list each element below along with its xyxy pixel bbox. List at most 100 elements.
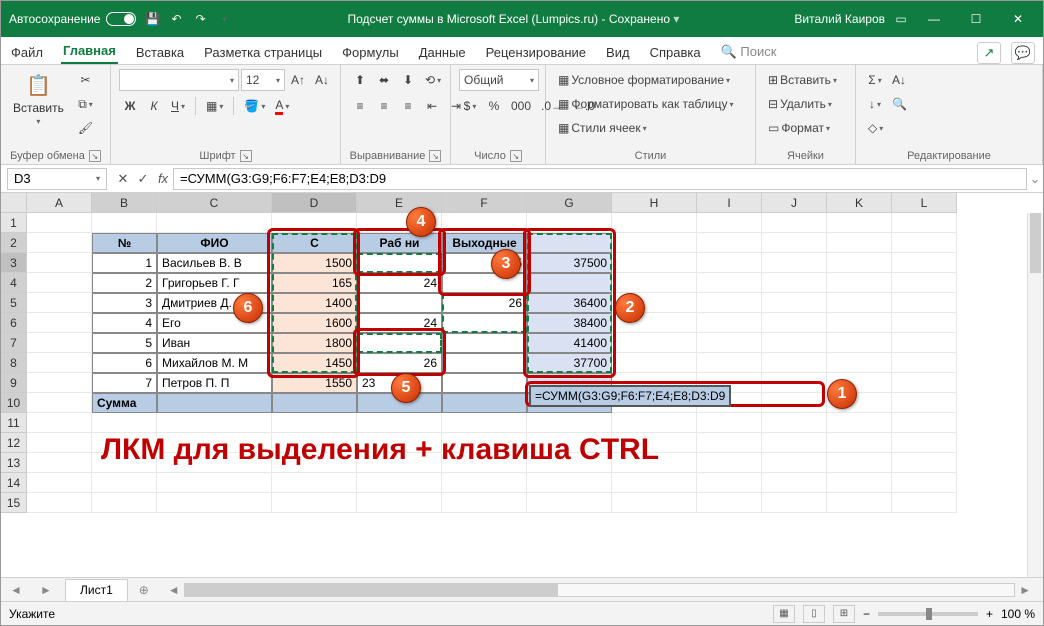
cell[interactable] bbox=[827, 413, 892, 433]
ribbon-options-icon[interactable]: ▭ bbox=[893, 11, 909, 27]
cell[interactable] bbox=[92, 433, 157, 453]
cell[interactable] bbox=[92, 213, 157, 233]
cell[interactable] bbox=[27, 273, 92, 293]
search-box[interactable]: 🔍 Поиск bbox=[719, 40, 779, 64]
cut-button[interactable]: ✂ bbox=[74, 69, 97, 91]
sort-filter-button[interactable]: A↓ bbox=[888, 69, 910, 91]
cell[interactable] bbox=[357, 433, 442, 453]
cell[interactable] bbox=[157, 453, 272, 473]
cell[interactable] bbox=[697, 493, 762, 513]
cell[interactable] bbox=[157, 213, 272, 233]
decrease-font-button[interactable]: A↓ bbox=[311, 69, 333, 91]
cell[interactable] bbox=[697, 233, 762, 253]
indent-dec-button[interactable]: ⇤ bbox=[421, 95, 443, 117]
find-button[interactable]: 🔍 bbox=[888, 93, 911, 115]
cell[interactable] bbox=[827, 333, 892, 353]
cell[interactable] bbox=[612, 213, 697, 233]
cell[interactable] bbox=[27, 453, 92, 473]
cell[interactable] bbox=[762, 493, 827, 513]
cell[interactable] bbox=[762, 453, 827, 473]
cell[interactable] bbox=[827, 433, 892, 453]
row-header[interactable]: 4 bbox=[1, 273, 27, 293]
cell[interactable] bbox=[827, 373, 892, 393]
font-launcher[interactable]: ↘ bbox=[240, 150, 252, 162]
row-header[interactable]: 2 bbox=[1, 233, 27, 253]
cell[interactable]: 38400 bbox=[527, 313, 612, 333]
cell-styles-button[interactable]: ▦ Стили ячеек ▾ bbox=[554, 117, 747, 139]
cell[interactable] bbox=[27, 233, 92, 253]
cell[interactable]: 41400 bbox=[527, 333, 612, 353]
increase-font-button[interactable]: A↑ bbox=[287, 69, 309, 91]
row-header[interactable]: 12 bbox=[1, 433, 27, 453]
cell[interactable] bbox=[612, 333, 697, 353]
row-header[interactable]: 9 bbox=[1, 373, 27, 393]
underline-button[interactable]: Ч▾ bbox=[167, 95, 189, 117]
cell[interactable] bbox=[697, 313, 762, 333]
cell[interactable] bbox=[157, 493, 272, 513]
cell[interactable]: 26 bbox=[357, 353, 442, 373]
cell[interactable] bbox=[762, 433, 827, 453]
horizontal-scrollbar[interactable]: ◄► bbox=[164, 582, 1035, 598]
border-button[interactable]: ▦▾ bbox=[202, 95, 227, 117]
cell[interactable] bbox=[697, 333, 762, 353]
cell[interactable] bbox=[892, 353, 957, 373]
cell[interactable] bbox=[357, 453, 442, 473]
cell[interactable] bbox=[527, 273, 612, 293]
conditional-formatting-button[interactable]: ▦ Условное форматирование ▾ bbox=[554, 69, 747, 91]
align-top-button[interactable]: ⬆ bbox=[349, 69, 371, 91]
cell[interactable] bbox=[442, 273, 527, 293]
cell[interactable] bbox=[272, 493, 357, 513]
cell[interactable] bbox=[697, 453, 762, 473]
cell[interactable] bbox=[612, 253, 697, 273]
cell[interactable] bbox=[442, 373, 527, 393]
cell[interactable]: 165 bbox=[272, 273, 357, 293]
cell[interactable] bbox=[357, 293, 442, 313]
cell[interactable] bbox=[92, 493, 157, 513]
format-cells-button[interactable]: ▭ Формат ▾ bbox=[764, 117, 847, 139]
insert-cells-button[interactable]: ⊞ Вставить ▾ bbox=[764, 69, 847, 91]
cell[interactable] bbox=[892, 373, 957, 393]
cell[interactable]: № bbox=[92, 233, 157, 253]
cell[interactable] bbox=[892, 473, 957, 493]
cell[interactable] bbox=[762, 353, 827, 373]
italic-button[interactable]: К bbox=[143, 95, 165, 117]
enter-formula-button[interactable]: ✓ bbox=[133, 168, 153, 190]
fill-button[interactable]: ↓▾ bbox=[864, 93, 886, 115]
cell[interactable] bbox=[762, 253, 827, 273]
cell[interactable] bbox=[442, 433, 527, 453]
cell[interactable] bbox=[827, 453, 892, 473]
font-color-button[interactable]: А▾ bbox=[271, 95, 293, 117]
cell[interactable]: 3 bbox=[92, 293, 157, 313]
cell[interactable] bbox=[27, 433, 92, 453]
row-header[interactable]: 13 bbox=[1, 453, 27, 473]
maximize-button[interactable]: ☐ bbox=[959, 5, 993, 33]
tab-help[interactable]: Справка bbox=[648, 41, 703, 64]
copy-button[interactable]: ⧉ ▾ bbox=[74, 93, 97, 115]
cell[interactable]: 4 bbox=[92, 313, 157, 333]
cell[interactable] bbox=[27, 473, 92, 493]
qat-dropdown-icon[interactable]: ▾ bbox=[216, 11, 232, 27]
cell[interactable] bbox=[892, 313, 957, 333]
col-header[interactable]: I bbox=[697, 193, 762, 213]
cell[interactable] bbox=[357, 333, 442, 353]
cell[interactable]: 37700 bbox=[527, 353, 612, 373]
number-launcher[interactable]: ↘ bbox=[510, 150, 522, 162]
cell[interactable] bbox=[762, 273, 827, 293]
cell[interactable] bbox=[27, 333, 92, 353]
cell[interactable] bbox=[27, 413, 92, 433]
tab-file[interactable]: Файл bbox=[9, 41, 45, 64]
cell[interactable] bbox=[527, 473, 612, 493]
cell[interactable] bbox=[442, 493, 527, 513]
alignment-launcher[interactable]: ↘ bbox=[429, 150, 441, 162]
cell[interactable] bbox=[357, 213, 442, 233]
delete-cells-button[interactable]: ⊟ Удалить ▾ bbox=[764, 93, 847, 115]
cell[interactable]: 24 bbox=[357, 273, 442, 293]
cell[interactable] bbox=[612, 233, 697, 253]
cell[interactable] bbox=[92, 473, 157, 493]
cell[interactable] bbox=[357, 473, 442, 493]
col-header[interactable]: D bbox=[272, 193, 357, 213]
row-header[interactable]: 7 bbox=[1, 333, 27, 353]
cell[interactable]: 7 bbox=[92, 373, 157, 393]
cell[interactable] bbox=[697, 213, 762, 233]
currency-button[interactable]: $▾ bbox=[459, 95, 481, 117]
